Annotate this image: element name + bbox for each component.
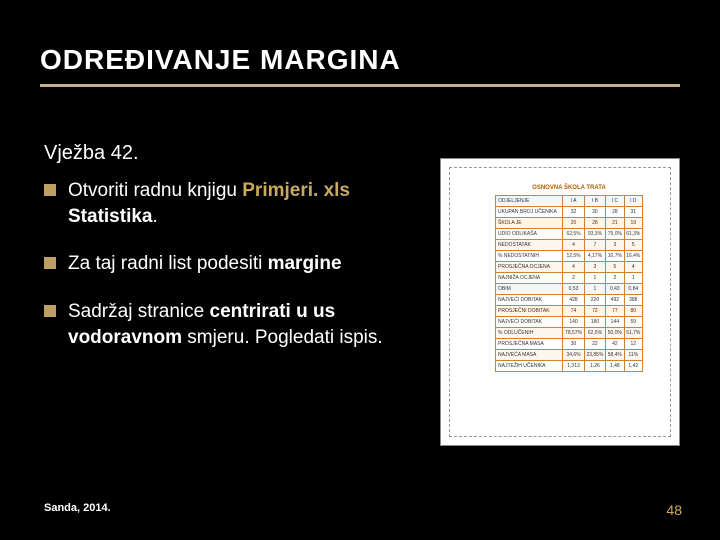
page-preview: OSNOVNA ŠKOLA TRATA ODJELJENJEI AI BI CI… (440, 158, 680, 446)
bullet-item: Sadržaj stranice centrirati u us vodorav… (44, 299, 420, 350)
square-icon (44, 305, 56, 317)
bullet-item: Za taj radni list podesiti margine (44, 251, 420, 277)
bullet-text: Otvoriti radnu knjigu Primjeri. xls Stat… (68, 178, 350, 229)
square-icon (44, 257, 56, 269)
preview-table: ODJELJENJEI AI BI CI DUKUPAN BROJ UČENIK… (495, 195, 643, 372)
bullet-text: Za taj radni list podesiti margine (68, 251, 342, 277)
bullet-list: Otvoriti radnu knjigu Primjeri. xls Stat… (44, 178, 420, 372)
bullet-text: Sadržaj stranice centrirati u us vodorav… (68, 299, 383, 350)
slide-title: ODREĐIVANJE MARGINA (40, 44, 680, 87)
exercise-label: Vježba 42. (44, 142, 139, 165)
preview-table-title: OSNOVNA ŠKOLA TRATA (495, 185, 643, 191)
page-number: 48 (666, 502, 682, 518)
footer-author: Sanda, 2014. (44, 502, 111, 514)
square-icon (44, 184, 56, 196)
bullet-item: Otvoriti radnu knjigu Primjeri. xls Stat… (44, 178, 420, 229)
